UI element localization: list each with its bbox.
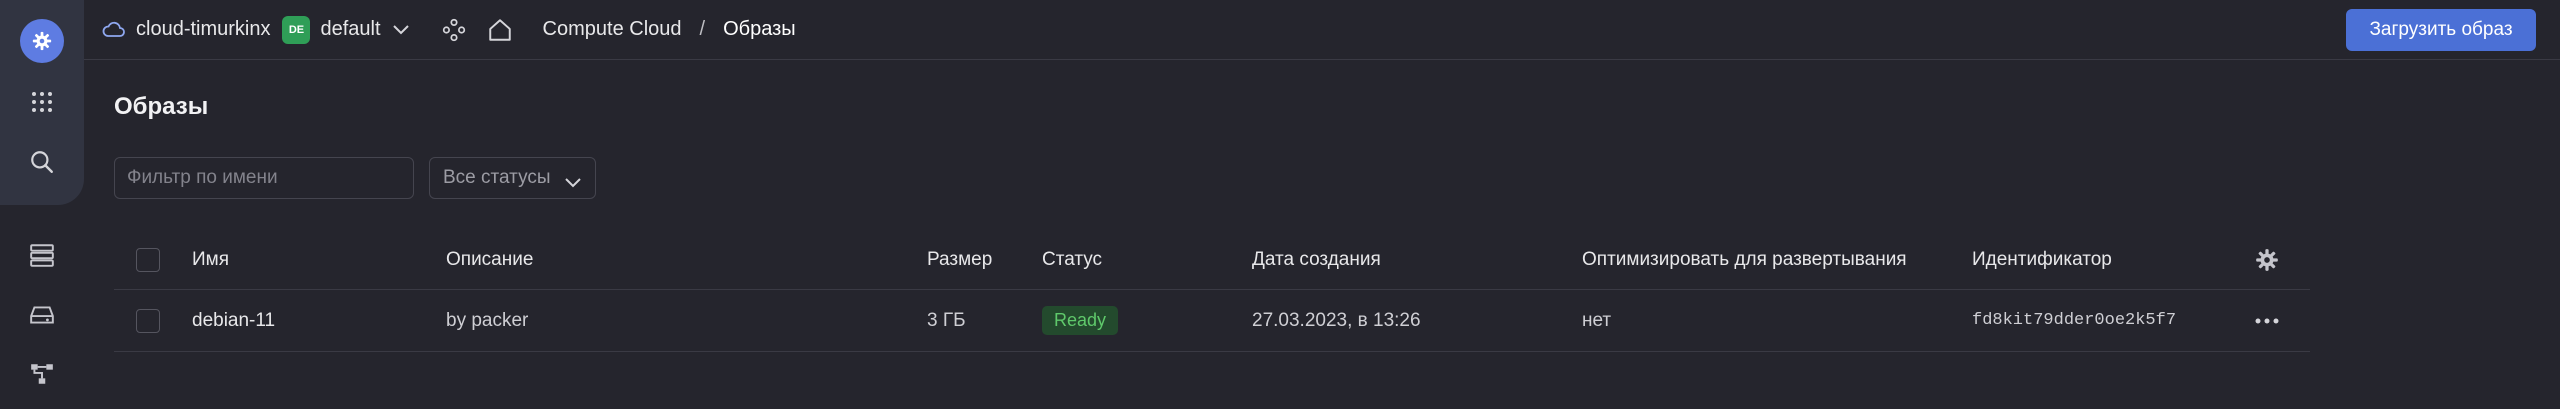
database-icon[interactable] bbox=[20, 233, 64, 277]
network-icon[interactable] bbox=[20, 352, 64, 396]
image-size: 3 ГБ bbox=[927, 309, 966, 331]
column-optimize[interactable]: Оптимизировать для развертывания bbox=[1582, 230, 1907, 289]
table-header: Имя Описание Размер Статус Дата создания… bbox=[114, 230, 2310, 290]
chevron-down-icon bbox=[565, 172, 581, 194]
row-checkbox[interactable] bbox=[136, 308, 160, 333]
home-icon[interactable] bbox=[487, 17, 513, 43]
column-id[interactable]: Идентификатор bbox=[1972, 230, 2112, 289]
column-created[interactable]: Дата создания bbox=[1252, 230, 1381, 289]
page-title: Образы bbox=[114, 93, 209, 120]
images-table: Имя Описание Размер Статус Дата создания… bbox=[114, 230, 2310, 352]
table-row[interactable]: debian-11 by packer 3 ГБ Ready 27.03.202… bbox=[114, 290, 2310, 352]
breadcrumb-current: Образы bbox=[723, 18, 796, 40]
image-created: 27.03.2023, в 13:26 bbox=[1252, 309, 1421, 331]
left-rail bbox=[0, 0, 84, 409]
column-name[interactable]: Имя bbox=[192, 230, 229, 289]
breadcrumb-separator: / bbox=[699, 18, 706, 40]
name-filter-input[interactable] bbox=[114, 157, 414, 199]
services-icon[interactable] bbox=[441, 17, 467, 43]
cloud-name: cloud-timurkinx bbox=[136, 18, 271, 40]
app-window: cloud-timurkinx DE default Compute Cloud… bbox=[0, 0, 2560, 409]
breadcrumb-service[interactable]: Compute Cloud bbox=[543, 18, 682, 41]
chevron-down-icon[interactable] bbox=[392, 24, 409, 35]
image-name[interactable]: debian-11 bbox=[192, 290, 275, 351]
gear-icon[interactable] bbox=[20, 19, 64, 63]
grid-icon[interactable] bbox=[20, 80, 64, 124]
top-header: cloud-timurkinx DE default Compute Cloud… bbox=[84, 0, 2560, 60]
status-filter-value: Все статусы bbox=[443, 167, 551, 188]
folder-badge: DE bbox=[282, 15, 311, 44]
search-icon[interactable] bbox=[20, 140, 64, 184]
disk-icon[interactable] bbox=[20, 293, 64, 337]
folder-name[interactable]: default bbox=[320, 18, 380, 41]
status-badge: Ready bbox=[1042, 306, 1119, 335]
column-settings-icon[interactable] bbox=[2254, 230, 2280, 289]
cloud-selector[interactable]: cloud-timurkinx bbox=[102, 18, 270, 41]
column-description[interactable]: Описание bbox=[446, 230, 533, 289]
status-filter-select[interactable]: Все статусы bbox=[429, 157, 596, 199]
more-actions-icon[interactable] bbox=[2254, 290, 2280, 351]
image-description: by packer bbox=[446, 309, 529, 331]
cloud-icon bbox=[102, 21, 126, 39]
column-size[interactable]: Размер bbox=[927, 230, 992, 289]
upload-image-button[interactable]: Загрузить образ bbox=[2346, 9, 2536, 51]
select-all-checkbox[interactable] bbox=[136, 247, 160, 272]
image-id: fd8kit79dder0oe2k5f7 bbox=[1972, 311, 2177, 330]
image-optimize: нет bbox=[1582, 309, 1612, 331]
column-status[interactable]: Статус bbox=[1042, 230, 1102, 289]
